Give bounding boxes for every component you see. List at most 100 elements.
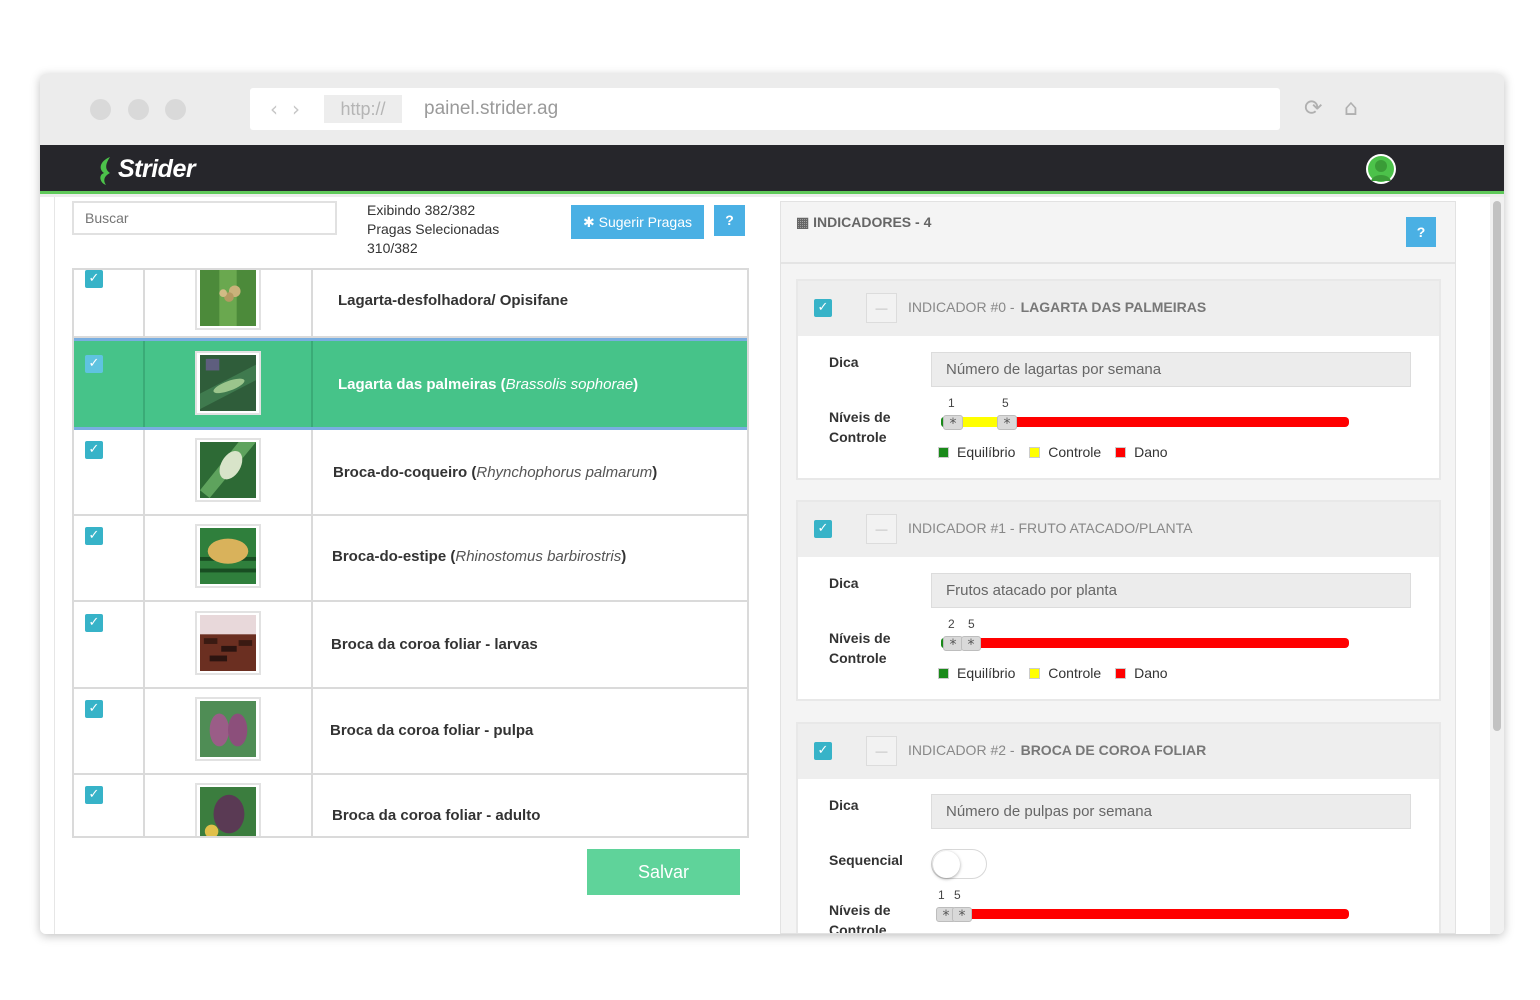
indicator-checkbox[interactable]: ✓ xyxy=(814,520,832,538)
selection-summary: Exibindo 382/382 Pragas Selecionadas 310… xyxy=(367,201,499,258)
row-checkbox[interactable]: ✓ xyxy=(85,786,103,804)
pest-name: Broca-do-coqueiro (Rhynchophorus palmaru… xyxy=(333,464,658,481)
controle-swatch xyxy=(1029,447,1041,458)
indicator-title: INDICADOR #1 - FRUTO ATACADO/PLANTA xyxy=(908,520,1193,536)
table-row[interactable]: ✓ Broca-do-coqueiro (Rhynchophorus palma… xyxy=(74,430,747,516)
niveis-label: Níveis de Controle xyxy=(829,902,891,934)
suggest-pests-label: Sugerir Pragas xyxy=(598,214,692,230)
row-checkbox[interactable]: ✓ xyxy=(85,614,103,632)
sequencial-toggle[interactable] xyxy=(931,849,987,879)
indicator-name: LAGARTA DAS PALMEIRAS xyxy=(1020,299,1207,315)
browser-chrome: ‹ › http:// painel.strider.ag ⟳ ⌂ xyxy=(40,74,1504,145)
collapse-button[interactable]: — xyxy=(866,293,897,323)
control-levels-slider[interactable]: * * xyxy=(941,415,1351,432)
indicator-card: ✓ — INDICADOR #2 - BROCA DE COROA FOLIAR … xyxy=(796,722,1441,934)
table-row[interactable]: ✓ Lagarta-desfolhadora/ Opisifane xyxy=(74,270,747,338)
high-threshold-handle[interactable]: * xyxy=(952,907,972,924)
dano-segment xyxy=(1003,417,1349,427)
toggle-knob xyxy=(933,851,960,878)
indicators-panel: ▦ INDICADORES - 4 ? ✓ — INDICADOR #0 - LA… xyxy=(780,201,1456,934)
high-threshold-value: 5 xyxy=(1002,396,1009,410)
pest-thumbnail xyxy=(195,697,261,761)
dica-field[interactable]: Frutos atacado por planta xyxy=(931,573,1411,608)
indicator-card: ✓ — INDICADOR #1 - FRUTO ATACADO/PLANTA … xyxy=(796,500,1441,701)
dano-swatch xyxy=(1115,668,1127,679)
pest-scientific-name: Rhinostomus barbirostris xyxy=(455,548,622,565)
selected-label: Pragas Selecionadas xyxy=(367,221,500,237)
window-minimize-dot[interactable] xyxy=(128,99,149,120)
pest-name: Broca da coroa foliar - larvas xyxy=(331,636,538,653)
levels-legend: Equilíbrio Controle Dano xyxy=(938,444,1178,460)
home-icon[interactable]: ⌂ xyxy=(1344,96,1358,121)
suggest-pests-button[interactable]: ✱ Sugerir Pragas xyxy=(571,205,704,239)
indicator-title: INDICADOR #2 - BROCA DE COROA FOLIAR xyxy=(908,742,1207,758)
control-levels-slider[interactable]: * * xyxy=(941,636,1351,653)
row-checkbox[interactable]: ✓ xyxy=(85,441,103,459)
indicators-help-button[interactable]: ? xyxy=(1406,217,1436,247)
scrollbar-thumb[interactable] xyxy=(1493,201,1501,731)
brand-name: Strider xyxy=(118,155,196,183)
search-input[interactable] xyxy=(72,201,337,235)
table-row[interactable]: ✓ Broca da coroa foliar - pulpa xyxy=(74,689,747,775)
control-levels-slider[interactable]: * * xyxy=(936,907,1351,924)
collapse-button[interactable]: — xyxy=(866,736,897,766)
pests-table: ✓ Lagarta-desfolhadora/ Opisifane ✓ Laga… xyxy=(72,268,749,838)
forward-icon[interactable]: › xyxy=(292,97,300,121)
levels-legend: Equilíbrio Controle Dano xyxy=(938,665,1178,681)
leaf-icon xyxy=(100,157,110,185)
address-bar[interactable]: ‹ › http:// painel.strider.ag xyxy=(250,88,1280,130)
back-icon[interactable]: ‹ xyxy=(270,97,278,121)
indicator-title: INDICADOR #0 - LAGARTA DAS PALMEIRAS xyxy=(908,299,1207,315)
niveis-label: Níveis de Controle xyxy=(829,630,891,666)
low-threshold-handle[interactable]: * xyxy=(943,415,963,432)
pest-thumbnail xyxy=(195,351,261,415)
dica-label: Dica xyxy=(829,797,859,813)
window-close-dot[interactable] xyxy=(90,99,111,120)
high-threshold-handle[interactable]: * xyxy=(997,415,1017,432)
row-checkbox[interactable]: ✓ xyxy=(85,700,103,718)
pest-thumbnail xyxy=(195,438,261,502)
pests-help-button[interactable]: ? xyxy=(714,205,745,236)
grid-icon: ▦ xyxy=(796,214,810,230)
bug-icon: ✱ xyxy=(582,214,595,230)
indicator-checkbox[interactable]: ✓ xyxy=(814,742,832,760)
table-row-selected[interactable]: ✓ Lagarta das palmeiras (Brassolis sopho… xyxy=(74,338,747,430)
row-checkbox[interactable]: ✓ xyxy=(85,270,103,288)
browser-window: ‹ › http:// painel.strider.ag ⟳ ⌂ Stride… xyxy=(40,74,1504,934)
pest-scientific-name: Brassolis sophorae xyxy=(505,376,634,393)
indicators-header: ▦ INDICADORES - 4 ? xyxy=(781,202,1455,264)
indicator-card: ✓ — INDICADOR #0 - LAGARTA DAS PALMEIRAS … xyxy=(796,279,1441,480)
pest-name: Lagarta-desfolhadora/ Opisifane xyxy=(338,292,569,309)
indicator-checkbox[interactable]: ✓ xyxy=(814,299,832,317)
window-maximize-dot[interactable] xyxy=(165,99,186,120)
indicator-card-header: ✓ — INDICADOR #0 - LAGARTA DAS PALMEIRAS xyxy=(798,281,1439,336)
pest-scientific-name: Rhynchophorus palmarum xyxy=(476,464,653,481)
user-avatar[interactable] xyxy=(1366,154,1396,184)
reload-icon[interactable]: ⟳ xyxy=(1304,96,1322,121)
app-header: Strider xyxy=(40,145,1504,194)
dano-segment xyxy=(971,638,1349,648)
url-text[interactable]: painel.strider.ag xyxy=(424,96,558,122)
indicator-card-header: ✓ — INDICADOR #1 - FRUTO ATACADO/PLANTA xyxy=(798,502,1439,557)
save-button[interactable]: Salvar xyxy=(587,849,740,895)
row-checkbox[interactable]: ✓ xyxy=(85,355,103,373)
pests-panel: Exibindo 382/382 Pragas Selecionadas 310… xyxy=(54,197,764,934)
pest-thumbnail xyxy=(195,524,261,588)
row-checkbox[interactable]: ✓ xyxy=(85,527,103,545)
pest-name: Broca-do-estipe (Rhinostomus barbirostri… xyxy=(332,548,627,565)
high-threshold-value: 5 xyxy=(968,617,975,631)
high-threshold-value: 5 xyxy=(954,888,961,902)
page-scrollbar[interactable] xyxy=(1490,197,1504,934)
pest-thumbnail xyxy=(195,611,261,675)
pest-thumbnail xyxy=(195,270,261,330)
dica-field[interactable]: Número de pulpas por semana xyxy=(931,794,1411,829)
collapse-button[interactable]: — xyxy=(866,514,897,544)
dica-field[interactable]: Número de lagartas por semana xyxy=(931,352,1411,387)
table-row[interactable]: ✓ Broca da coroa foliar - larvas xyxy=(74,602,747,689)
high-threshold-handle[interactable]: * xyxy=(961,636,981,653)
pest-thumbnail xyxy=(195,783,261,836)
low-threshold-handle[interactable]: * xyxy=(943,636,963,653)
table-row[interactable]: ✓ Broca-do-estipe (Rhinostomus barbirost… xyxy=(74,516,747,602)
table-row[interactable]: ✓ Broca da coroa foliar - adulto xyxy=(74,775,747,836)
controle-swatch xyxy=(1029,668,1041,679)
